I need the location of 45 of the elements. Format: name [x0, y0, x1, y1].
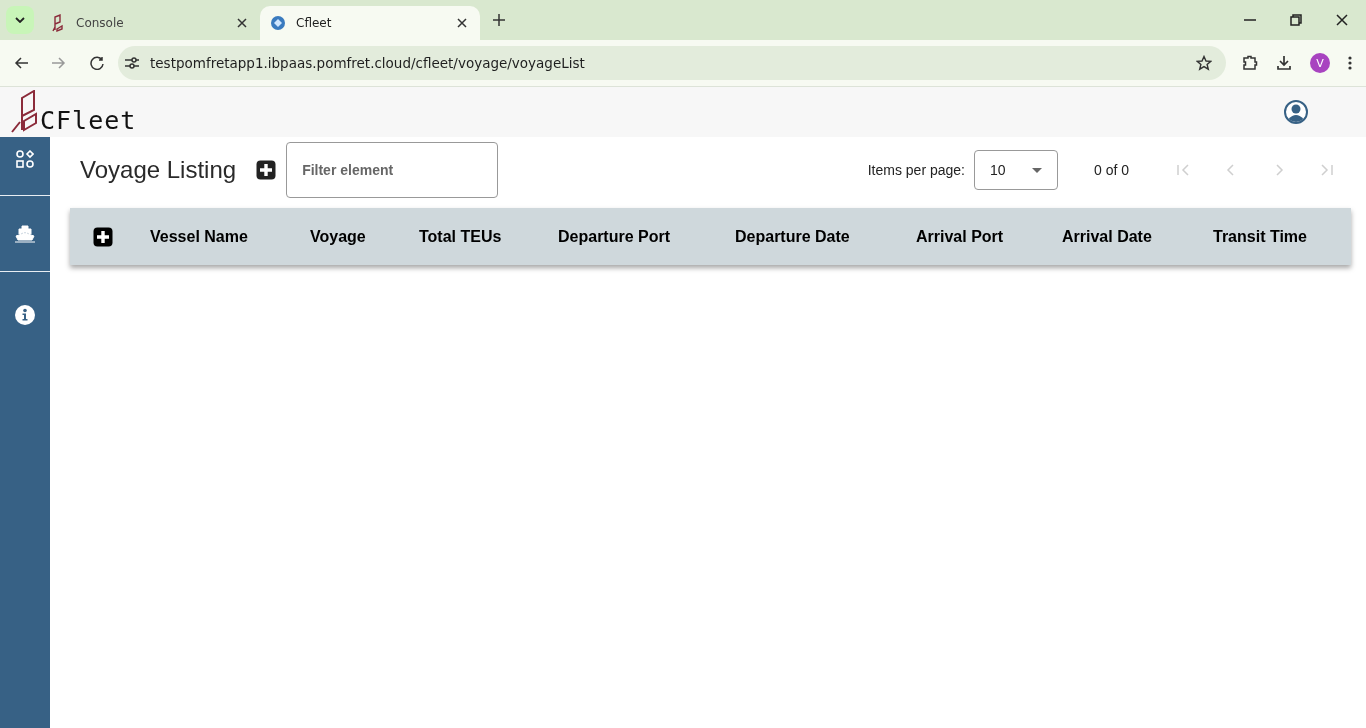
- column-header: Departure Date: [735, 227, 851, 246]
- page-range-label: 0 of 0: [1093, 162, 1129, 178]
- column-header: Transit Time: [1213, 227, 1308, 246]
- user-account-icon[interactable]: [1284, 100, 1308, 124]
- info-icon[interactable]: [15, 305, 35, 325]
- diagram-icon[interactable]: [16, 150, 34, 168]
- page-title: Voyage Listing: [80, 156, 237, 184]
- profile-avatar[interactable]: V: [1310, 53, 1330, 73]
- column-header: Departure Port: [558, 227, 672, 246]
- add-voyage-button[interactable]: [256, 160, 277, 180]
- globe-icon: [270, 15, 286, 31]
- logo-icon: [10, 90, 40, 133]
- filter-field[interactable]: Filter element: [286, 142, 499, 198]
- column-header: Arrival Date: [1062, 227, 1153, 246]
- column-header: Voyage: [310, 227, 367, 246]
- browser-tab[interactable]: Console: [40, 6, 260, 40]
- items-per-page-label: Items per page:: [867, 162, 965, 178]
- site-settings-icon[interactable]: [124, 56, 140, 70]
- address-bar[interactable]: testpomfretapp1.ibpaas.pomfret.cloud/cfleet/voyage/voyageList: [118, 46, 1226, 80]
- page-size-dropdown[interactable]: 10: [973, 150, 1058, 190]
- ship-icon[interactable]: [14, 223, 36, 244]
- chevron-down-icon: [15, 17, 25, 23]
- reload-icon[interactable]: [90, 56, 104, 70]
- expand-all-icon[interactable]: [93, 226, 113, 247]
- menu-icon[interactable]: [1348, 56, 1352, 70]
- app-logo-text: CFleet: [40, 108, 137, 133]
- forward-icon[interactable]: [52, 56, 66, 70]
- download-icon[interactable]: [1276, 55, 1292, 71]
- close-icon[interactable]: [1336, 14, 1348, 26]
- column-header: Arrival Port: [916, 227, 1005, 246]
- new-tab-icon[interactable]: [492, 13, 506, 27]
- close-tab-icon[interactable]: [234, 18, 250, 28]
- back-icon[interactable]: [14, 56, 28, 70]
- chevron-bar-icon: [1319, 162, 1335, 178]
- column-header: Vessel Name: [150, 227, 249, 246]
- star-icon[interactable]: [1196, 55, 1212, 71]
- restore-icon[interactable]: [1290, 14, 1302, 26]
- close-tab-icon[interactable]: [454, 18, 470, 28]
- dropdown-arrow-icon: [1031, 167, 1042, 173]
- tab-search-button[interactable]: [6, 6, 34, 34]
- puzzle-icon[interactable]: [1242, 55, 1258, 71]
- column-header: Total TEUs: [419, 227, 503, 246]
- chevron-bar-icon: [1175, 162, 1191, 178]
- logo-icon: [50, 14, 66, 32]
- browser-tab[interactable]: Cfleet: [260, 6, 480, 40]
